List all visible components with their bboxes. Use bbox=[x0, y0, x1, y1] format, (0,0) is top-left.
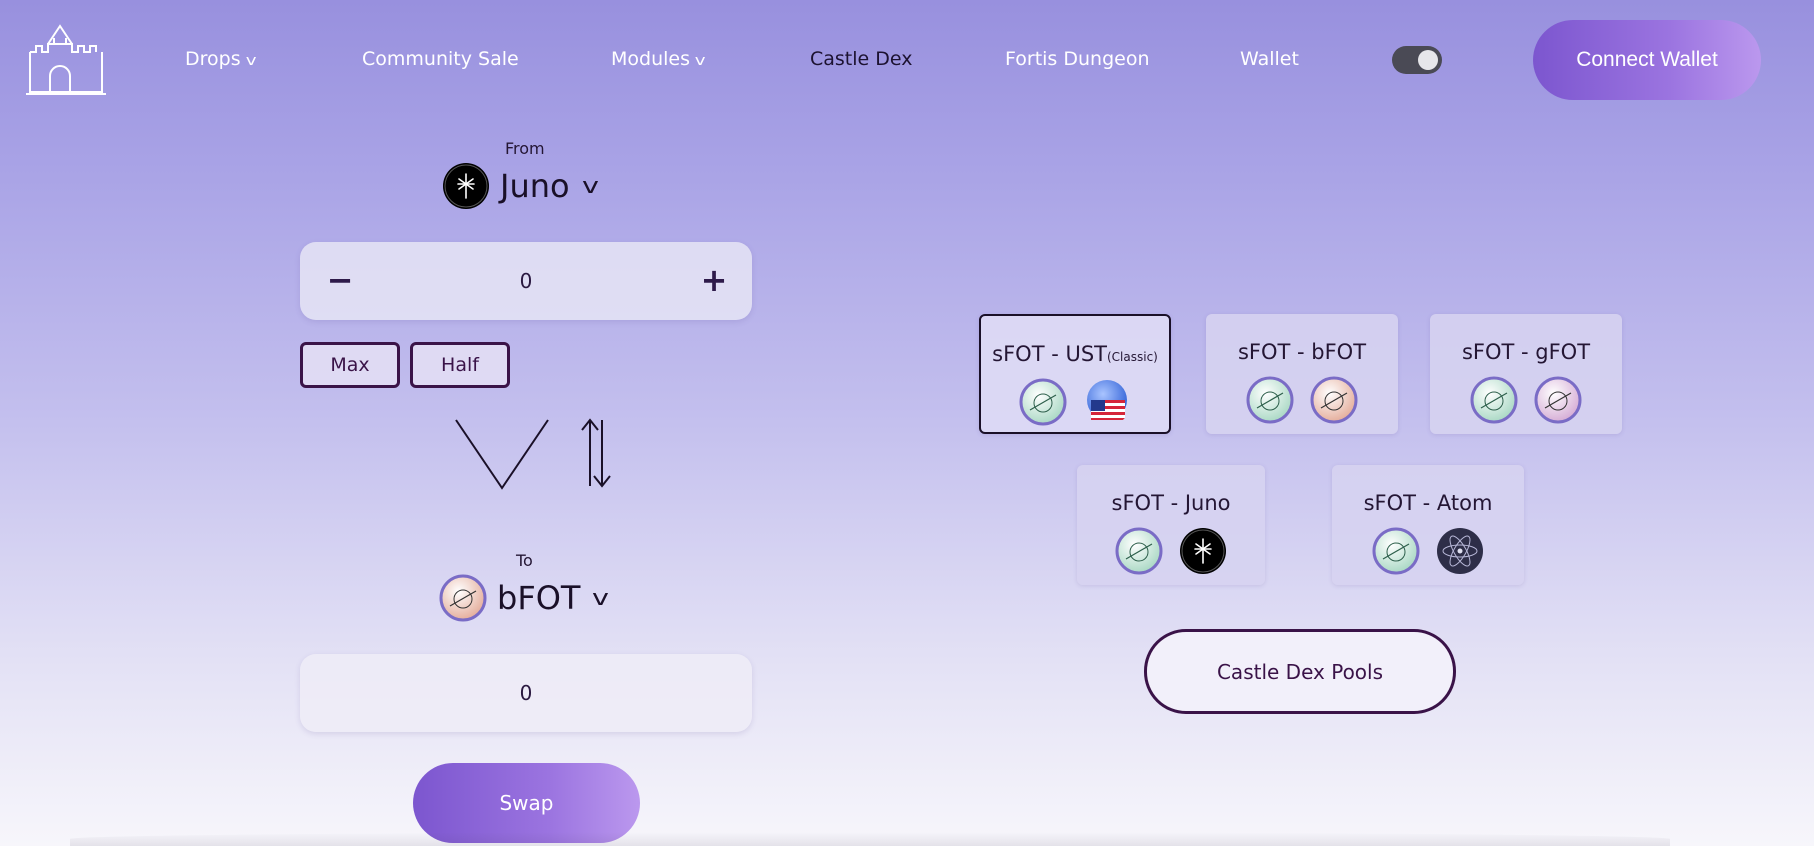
pool-title: sFOT - Juno bbox=[1111, 491, 1231, 515]
from-amount-stepper: − 0 + bbox=[300, 242, 752, 320]
chevron-down-icon: v bbox=[245, 53, 257, 69]
pool-title: sFOT - bFOT bbox=[1237, 340, 1367, 364]
to-amount-field: 0 bbox=[300, 654, 752, 732]
bfot-icon bbox=[1310, 376, 1358, 424]
increment-button[interactable]: + bbox=[694, 260, 734, 300]
nav-modules-label: Modules bbox=[611, 48, 690, 70]
bfot-icon bbox=[439, 574, 487, 622]
to-token-name: bFOT bbox=[497, 579, 581, 617]
nav-community-sale[interactable]: Community Sale bbox=[362, 48, 519, 70]
pool-card-sfot-bfot[interactable]: sFOT - bFOT bbox=[1206, 314, 1398, 434]
swap-button[interactable]: Swap bbox=[413, 763, 640, 843]
castle-logo-icon[interactable] bbox=[24, 22, 108, 96]
nav-fortis-dungeon[interactable]: Fortis Dungeon bbox=[1005, 48, 1150, 70]
nav-castle-dex-label: Castle Dex bbox=[810, 48, 913, 70]
atom-icon bbox=[1437, 528, 1483, 574]
pool-title: sFOT - gFOT bbox=[1461, 340, 1591, 364]
swap-direction-icon[interactable] bbox=[580, 416, 612, 490]
sfot-icon bbox=[1470, 376, 1518, 424]
juno-icon bbox=[443, 163, 489, 209]
chevron-down-icon: v bbox=[581, 173, 599, 199]
bottom-divider bbox=[70, 832, 1670, 846]
pool-card-sfot-atom[interactable]: sFOT - Atom bbox=[1332, 465, 1524, 585]
pool-title: sFOT - Atom bbox=[1363, 491, 1493, 515]
nav-wallet[interactable]: Wallet bbox=[1240, 48, 1299, 70]
pool-title-suffix: (Classic) bbox=[1106, 350, 1158, 364]
from-amount-input[interactable]: 0 bbox=[300, 242, 752, 320]
pool-title: sFOT - UST(Classic) bbox=[981, 342, 1169, 366]
top-nav: Drops v Community Sale Modules v Castle De… bbox=[0, 0, 1814, 120]
pool-card-sfot-gfot[interactable]: sFOT - gFOT bbox=[1430, 314, 1622, 434]
to-token-select[interactable]: bFOT v bbox=[439, 574, 610, 622]
nav-drops[interactable]: Drops v bbox=[185, 48, 257, 70]
nav-community-sale-label: Community Sale bbox=[362, 48, 519, 70]
ust-icon bbox=[1087, 380, 1127, 420]
pool-icons bbox=[1206, 376, 1398, 424]
nav-fortis-dungeon-label: Fortis Dungeon bbox=[1005, 48, 1150, 70]
pool-icons bbox=[1430, 376, 1622, 424]
nav-castle-dex[interactable]: Castle Dex bbox=[810, 48, 913, 70]
from-token-name: Juno bbox=[500, 167, 570, 205]
nav-drops-label: Drops bbox=[185, 48, 241, 70]
half-button[interactable]: Half bbox=[410, 342, 510, 388]
pool-title-text: sFOT - UST bbox=[992, 342, 1107, 366]
chevron-down-icon[interactable] bbox=[452, 416, 552, 494]
theme-toggle[interactable] bbox=[1392, 46, 1442, 74]
sfot-icon bbox=[1372, 527, 1420, 575]
sfot-icon bbox=[1246, 376, 1294, 424]
nav-wallet-label: Wallet bbox=[1240, 48, 1299, 70]
max-button[interactable]: Max bbox=[300, 342, 400, 388]
pool-icons bbox=[1077, 527, 1265, 575]
sfot-icon bbox=[1115, 527, 1163, 575]
to-label: To bbox=[516, 551, 533, 570]
connect-wallet-button[interactable]: Connect Wallet bbox=[1533, 20, 1761, 100]
juno-icon bbox=[1180, 528, 1226, 574]
sfot-icon bbox=[1019, 378, 1067, 426]
gfot-icon bbox=[1534, 376, 1582, 424]
pool-icons bbox=[981, 378, 1169, 426]
from-label: From bbox=[505, 139, 545, 158]
castle-dex-pools-button[interactable]: Castle Dex Pools bbox=[1144, 629, 1456, 714]
nav-modules[interactable]: Modules v bbox=[611, 48, 706, 70]
to-amount-value: 0 bbox=[519, 681, 533, 705]
toggle-knob bbox=[1418, 50, 1438, 70]
chevron-down-icon: v bbox=[592, 585, 610, 611]
pool-card-sfot-ust[interactable]: sFOT - UST(Classic) bbox=[979, 314, 1171, 434]
chevron-down-icon: v bbox=[694, 53, 706, 69]
pool-icons bbox=[1332, 527, 1524, 575]
pool-card-sfot-juno[interactable]: sFOT - Juno bbox=[1077, 465, 1265, 585]
from-token-select[interactable]: Juno v bbox=[442, 162, 599, 210]
